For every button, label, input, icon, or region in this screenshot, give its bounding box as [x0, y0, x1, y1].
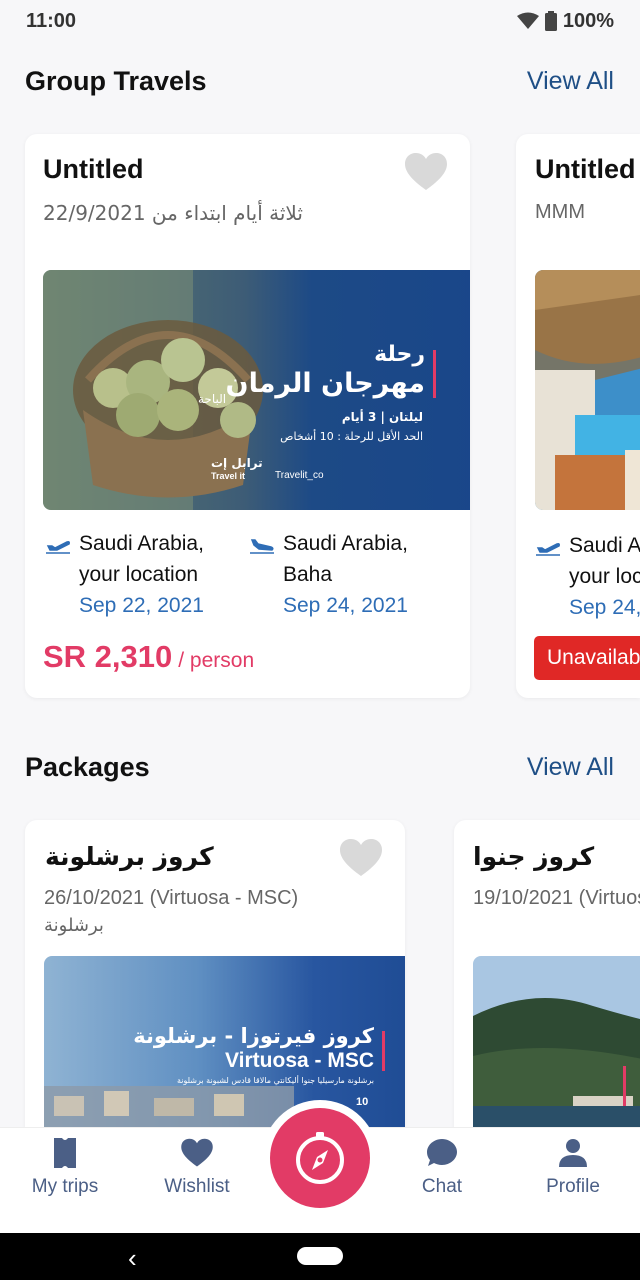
banner-social: Travelit_co	[275, 470, 324, 481]
nav-label: Chat	[421, 1176, 463, 1197]
banner-graphic	[535, 270, 640, 510]
ticket-icon	[48, 1136, 82, 1170]
banner-brand: ترابل إت	[211, 456, 263, 470]
compass-icon	[296, 1132, 344, 1184]
departure-date: Sep 22, 2021	[79, 594, 204, 617]
card-title: كروز جنوا	[473, 842, 595, 871]
group-travel-card[interactable]: Untitled MMM Saudi Arabia, your location…	[516, 134, 640, 698]
packages-header: Packages View All	[25, 752, 614, 783]
departure-date: Sep 24, 2021	[569, 596, 640, 619]
card-subtitle: 26/10/2021 (Virtuosa - MSC)	[44, 887, 299, 909]
card-title: Untitled	[535, 154, 636, 184]
plane-takeoff-icon	[536, 543, 560, 556]
trip-banner-image	[535, 270, 640, 510]
card-title: كروز برشلونة	[45, 842, 214, 871]
departure-city: your location	[79, 563, 199, 586]
back-chevron-icon[interactable]: ‹	[128, 1243, 137, 1274]
nav-item-chat[interactable]: Chat	[382, 1136, 502, 1198]
chat-icon	[425, 1136, 459, 1170]
nav-label: Wishlist	[164, 1176, 230, 1197]
group-travels-view-all-link[interactable]: View All	[527, 67, 614, 96]
banner-nights: 10	[356, 1096, 369, 1108]
heart-icon[interactable]	[339, 838, 383, 878]
section-title-packages: Packages	[25, 752, 150, 782]
price: SR 2,310 / person	[43, 639, 254, 675]
heart-icon[interactable]	[404, 152, 448, 192]
card-subtitle: 19/10/2021 (Virtuosa - MSC)	[473, 887, 640, 909]
explore-button[interactable]	[270, 1108, 370, 1208]
departure-location: Saudi Arabia, your location Sep 22, 2021	[45, 532, 245, 632]
system-navigation-bar: ‹	[0, 1233, 640, 1280]
status-time: 11:00	[26, 9, 77, 32]
departure-location: Saudi Arabia, your location Sep 24, 2021	[535, 534, 640, 634]
heart-icon	[180, 1136, 214, 1170]
nav-label: Profile	[546, 1176, 600, 1197]
banner-brand-en: Travel it	[211, 471, 246, 481]
group-travels-header: Group Travels View All	[25, 66, 614, 97]
card-title: Untitled	[43, 154, 144, 184]
banner-line1: كروز فيرتوزا - برشلونة	[133, 1024, 374, 1048]
card-location: برشلونة	[44, 915, 104, 936]
explore-fab-container	[262, 1100, 378, 1216]
battery-level: 100%	[562, 9, 614, 32]
banner-line3: ليلتان | 3 أيام	[341, 410, 423, 424]
arrival-city: Baha	[283, 563, 333, 586]
plane-takeoff-icon	[46, 541, 70, 554]
price-unit: / person	[178, 649, 255, 672]
home-pill[interactable]	[297, 1247, 343, 1265]
group-travel-card[interactable]: Untitled 22/9/2021 ثلاثة أيام ابتداء من	[25, 134, 470, 698]
banner-line2: Virtuosa - MSC	[225, 1049, 374, 1072]
nav-item-wishlist[interactable]: Wishlist	[137, 1136, 257, 1198]
nav-item-profile[interactable]: Profile	[513, 1136, 633, 1198]
banner-route: برشلونة مارسيليا جنوا أليكانتي مالاقا قا…	[176, 1076, 374, 1085]
banner-line2: مهرجان الرمان	[225, 368, 425, 399]
status-bar: 11:00 100%	[0, 0, 640, 42]
price-amount: SR 2,310	[43, 639, 173, 674]
departure-country: Saudi Arabia,	[79, 532, 204, 555]
wifi-icon	[516, 12, 539, 29]
arrival-location: Saudi Arabia, Baha Sep 24, 2021	[249, 532, 449, 632]
card-subtitle: 22/9/2021 ثلاثة أيام ابتداء من	[43, 201, 303, 225]
departure-city: your location	[569, 565, 640, 588]
banner-line4: الحد الأقل للرحلة : 10 أشخاص	[280, 430, 423, 443]
package-banner-image	[473, 956, 640, 1156]
banner-line1: رحلة	[374, 342, 425, 367]
packages-view-all-link[interactable]: View All	[527, 753, 614, 782]
section-title-group-travels: Group Travels	[25, 66, 207, 96]
trip-banner-image: رحلة مهرجان الرمان الباحة ليلتان | 3 أيا…	[43, 270, 470, 510]
banner-region: الباحة	[198, 392, 227, 406]
arrival-country: Saudi Arabia,	[283, 532, 408, 555]
plane-landing-icon	[250, 539, 274, 554]
nav-item-my-trips[interactable]: My trips	[5, 1136, 125, 1198]
nav-label: My trips	[31, 1176, 99, 1197]
unavailable-badge: Unavailable	[534, 636, 640, 680]
card-subtitle: MMM	[535, 201, 585, 223]
departure-country: Saudi Arabia,	[569, 534, 640, 557]
banner-graphic	[473, 956, 640, 1156]
user-icon	[556, 1136, 590, 1170]
battery-icon	[544, 11, 557, 31]
arrival-date: Sep 24, 2021	[283, 594, 408, 617]
status-indicators: 100%	[516, 9, 614, 33]
